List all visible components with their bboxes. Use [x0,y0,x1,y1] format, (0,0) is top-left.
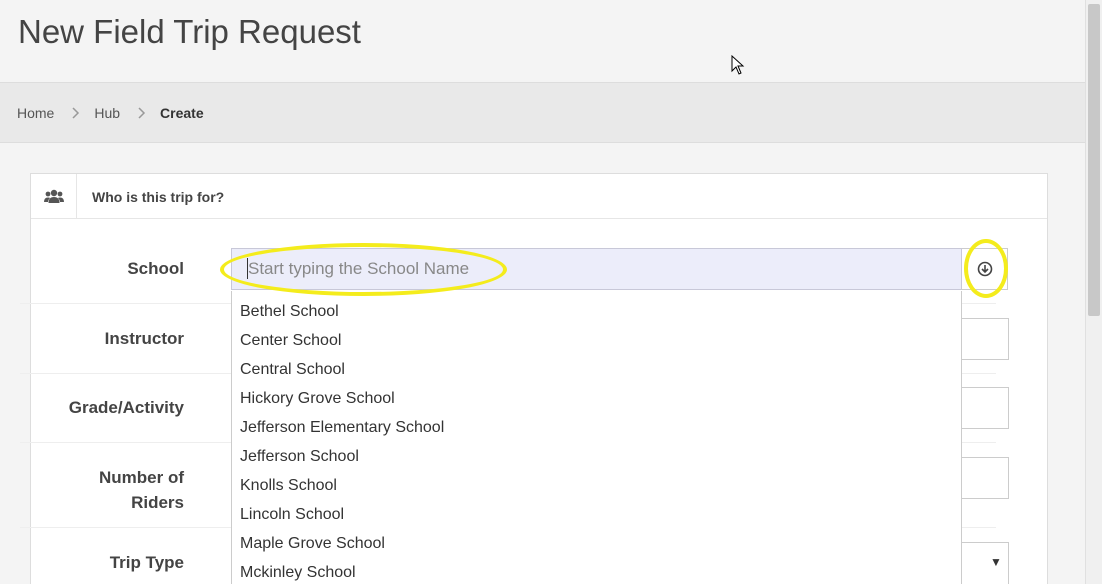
mouse-cursor-icon [731,55,745,75]
school-option[interactable]: Jefferson School [240,448,359,466]
school-input[interactable] [231,248,962,290]
riders-label-line2: Riders [131,493,184,512]
breadcrumb-hub[interactable]: Hub [94,105,120,121]
grade-activity-field[interactable] [955,387,1009,429]
trip-type-label: Trip Type [109,553,184,572]
school-option[interactable]: Lincoln School [240,506,344,524]
riders-field[interactable] [955,457,1009,499]
school-option[interactable]: Knolls School [240,477,337,495]
school-option[interactable]: Bethel School [240,303,339,321]
page-header: New Field Trip Request [0,0,1085,82]
school-options-list: Bethel School Center School Central Scho… [231,291,962,584]
school-option[interactable]: Maple Grove School [240,535,385,553]
instructor-field[interactable] [955,318,1009,360]
panel-icon-cell [31,174,77,219]
breadcrumb-bar: Home Hub Create [0,82,1085,143]
grade-activity-label: Grade/Activity [68,398,184,417]
users-icon [43,189,64,203]
school-option[interactable]: Central School [240,361,345,379]
caret-down-icon: ▼ [990,555,1002,569]
page-title: New Field Trip Request [18,13,361,50]
vertical-scrollbar[interactable] [1085,0,1102,584]
instructor-label: Instructor [104,329,184,348]
school-option[interactable]: Jefferson Elementary School [240,419,444,437]
panel-heading: Who is this trip for? [31,174,1047,219]
panel-title: Who is this trip for? [92,189,225,205]
text-caret [247,258,248,279]
riders-label-line1: Number of [99,468,184,487]
school-dropdown-button[interactable] [962,248,1008,290]
chevron-right-icon [72,107,80,119]
chevron-right-icon [138,107,146,119]
breadcrumb: Home Hub Create [17,105,204,121]
breadcrumb-home[interactable]: Home [17,105,54,121]
scrollbar-thumb[interactable] [1088,4,1100,316]
school-label: School [127,259,184,278]
breadcrumb-current: Create [160,105,204,121]
school-option[interactable]: Center School [240,332,341,350]
school-option[interactable]: Hickory Grove School [240,390,395,408]
school-option[interactable]: Mckinley School [240,564,356,582]
circle-arrow-down-icon [977,261,992,277]
